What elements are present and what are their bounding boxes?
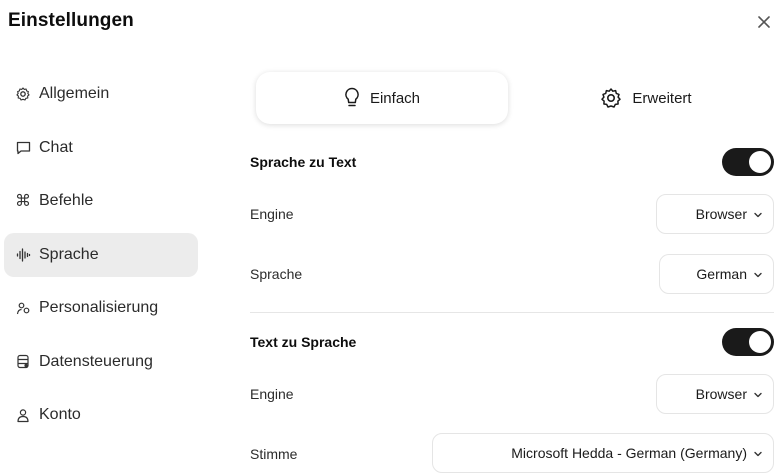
- tab-erweitert[interactable]: Erweitert: [526, 72, 766, 124]
- tts-voice-label: Stimme: [250, 446, 298, 462]
- stt-toggle[interactable]: [722, 148, 774, 176]
- select-value: Microsoft Hedda - German (Germany): [511, 445, 747, 461]
- select-value: German: [696, 266, 747, 282]
- cog-icon: [600, 87, 622, 109]
- page-title: Einstellungen: [8, 10, 134, 31]
- sidebar-item-konto[interactable]: Konto: [4, 393, 198, 437]
- chat-icon: [15, 140, 31, 156]
- tab-label: Einfach: [369, 89, 421, 107]
- sidebar-item-label: Befehle: [39, 192, 94, 209]
- chevron-down-icon: [754, 392, 762, 398]
- database-icon: [15, 354, 31, 370]
- sidebar-item-label: Chat: [39, 138, 73, 156]
- mode-tabs: Einfach Erweitert: [250, 72, 774, 126]
- tts-engine-label: Engine: [250, 386, 294, 402]
- sidebar-item-sprache[interactable]: Sprache: [4, 232, 198, 277]
- stt-language-label: Sprache: [250, 266, 303, 282]
- toggle-knob: [749, 151, 771, 173]
- tab-label: Erweitert: [632, 89, 692, 107]
- chevron-down-icon: [754, 212, 762, 218]
- select-value: Browser: [695, 206, 747, 222]
- tts-engine-select[interactable]: Browser: [656, 374, 774, 414]
- sidebar-item-allgemein[interactable]: Allgemein: [4, 72, 198, 116]
- sidebar-item-befehle[interactable]: ⌘ Befehle: [4, 179, 198, 223]
- tts-section-title: Text zu Sprache: [250, 334, 357, 350]
- tab-einfach[interactable]: Einfach: [256, 72, 508, 124]
- stt-section-title: Sprache zu Text: [250, 154, 357, 170]
- command-icon: ⌘: [15, 193, 31, 210]
- close-button[interactable]: [754, 12, 774, 32]
- sidebar-item-chat[interactable]: Chat: [4, 126, 198, 170]
- sidebar-item-label: Konto: [39, 406, 81, 423]
- people-icon: [15, 300, 31, 316]
- user-icon: [15, 407, 31, 423]
- lightbulb-icon: [344, 87, 360, 109]
- close-icon[interactable]: [757, 15, 771, 29]
- sidebar: Allgemein Chat ⌘ Befehle Sprache Persona…: [4, 72, 198, 447]
- stt-language-select[interactable]: German: [659, 254, 774, 294]
- toggle-knob: [749, 331, 771, 353]
- waveform-icon: [15, 247, 31, 263]
- gear-icon: [15, 86, 31, 102]
- chevron-down-icon: [754, 451, 762, 457]
- sidebar-item-datensteuerung[interactable]: Datensteuerung: [4, 340, 198, 384]
- chevron-down-icon: [754, 272, 762, 278]
- section-divider: [250, 312, 774, 313]
- settings-header: Einstellungen: [0, 0, 774, 50]
- stt-engine-select[interactable]: Browser: [656, 194, 774, 234]
- stt-engine-label: Engine: [250, 206, 294, 222]
- select-value: Browser: [695, 386, 747, 402]
- sidebar-item-label: Datensteuerung: [39, 352, 153, 370]
- sidebar-item-personalisierung[interactable]: Personalisierung: [4, 286, 198, 330]
- sidebar-item-label: Personalisierung: [39, 299, 159, 316]
- sidebar-item-label: Sprache: [39, 245, 99, 263]
- sidebar-item-label: Allgemein: [39, 85, 110, 102]
- tts-voice-select[interactable]: Microsoft Hedda - German (Germany): [432, 433, 774, 473]
- tts-toggle[interactable]: [722, 328, 774, 356]
